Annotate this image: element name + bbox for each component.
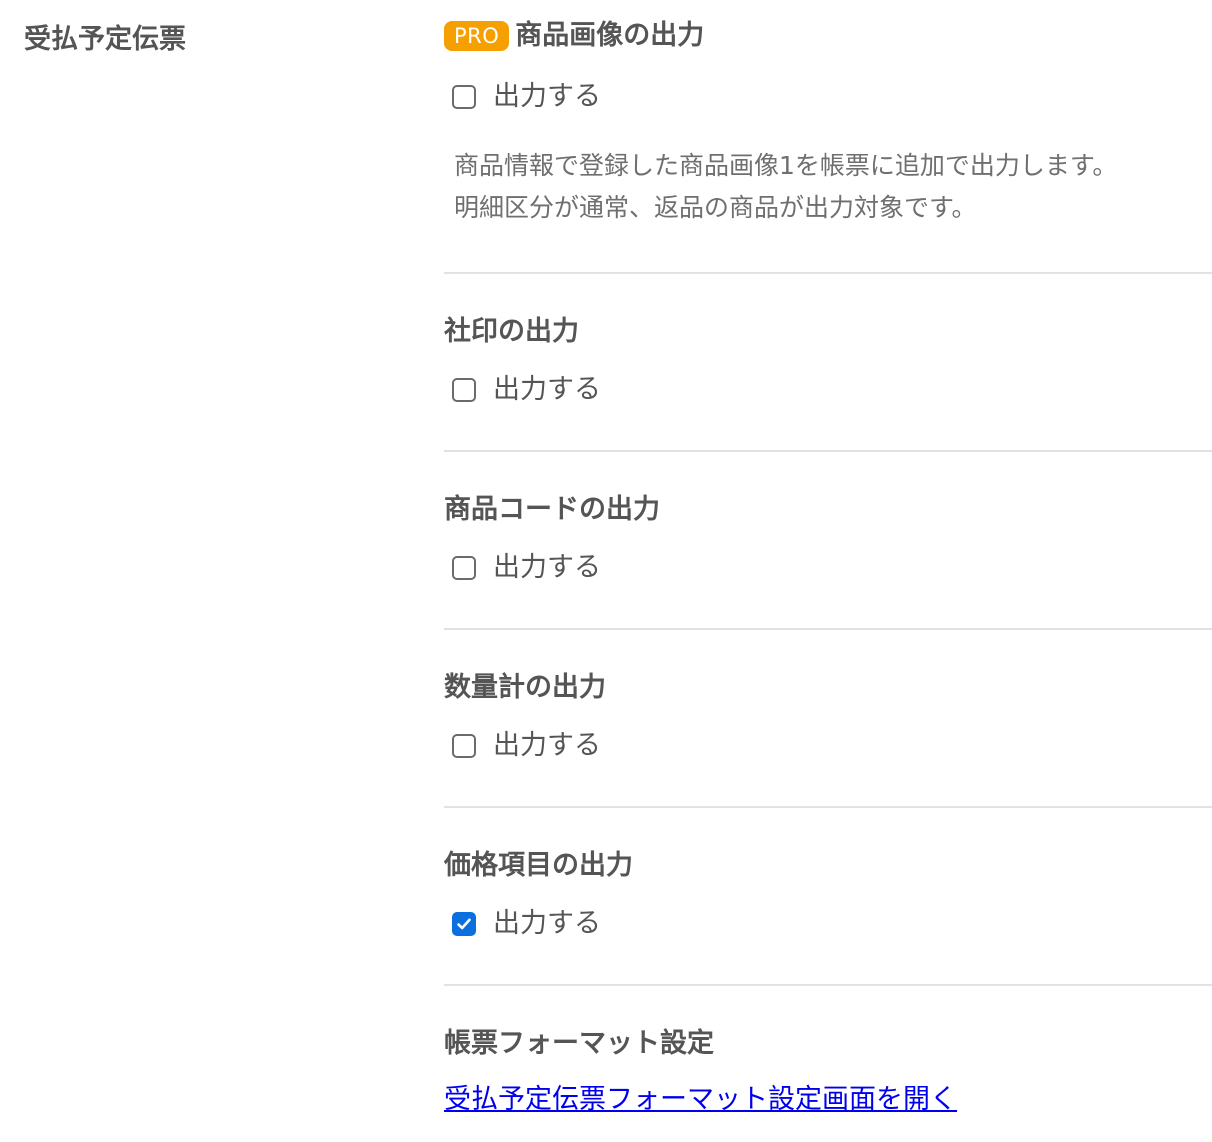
checkmark-icon (457, 918, 471, 930)
company-seal-title: 社印の出力 (444, 316, 579, 347)
product-image-checkbox[interactable] (452, 85, 476, 109)
format-settings-link[interactable]: 受払予定伝票フォーマット設定画面を開く (444, 1082, 957, 1118)
divider (444, 984, 1212, 986)
product-image-setting-title: PRO 商品画像の出力 (444, 18, 704, 54)
product-image-checkbox-row[interactable]: 出力する (452, 79, 601, 115)
product-code-checkbox-label[interactable]: 出力する (493, 550, 601, 586)
company-seal-checkbox-label[interactable]: 出力する (493, 372, 601, 408)
price-items-checkbox-label[interactable]: 出力する (493, 906, 601, 942)
product-code-title: 商品コードの出力 (444, 494, 660, 525)
section-label: 受払予定伝票 (24, 24, 186, 55)
company-seal-checkbox[interactable] (452, 378, 476, 402)
price-items-checkbox-row[interactable]: 出力する (452, 906, 601, 942)
divider (444, 450, 1212, 452)
quantity-total-title: 数量計の出力 (444, 672, 606, 703)
product-code-checkbox[interactable] (452, 556, 476, 580)
quantity-total-checkbox-label[interactable]: 出力する (493, 728, 601, 764)
format-settings-title: 帳票フォーマット設定 (444, 1028, 714, 1059)
quantity-total-checkbox[interactable] (452, 734, 476, 758)
quantity-total-checkbox-row[interactable]: 出力する (452, 728, 601, 764)
pro-badge: PRO (444, 21, 510, 51)
product-image-checkbox-label[interactable]: 出力する (493, 79, 601, 115)
product-code-checkbox-row[interactable]: 出力する (452, 550, 601, 586)
product-image-description-line2: 明細区分が通常、返品の商品が出力対象です。 (454, 193, 977, 222)
product-image-title: 商品画像の出力 (515, 20, 705, 51)
divider (444, 628, 1212, 630)
price-items-title: 価格項目の出力 (444, 850, 633, 881)
company-seal-checkbox-row[interactable]: 出力する (452, 372, 601, 408)
divider (444, 272, 1212, 274)
price-items-checkbox[interactable] (452, 912, 476, 936)
divider (444, 806, 1212, 808)
product-image-description-line1: 商品情報で登録した商品画像1を帳票に追加で出力します。 (454, 151, 1118, 180)
